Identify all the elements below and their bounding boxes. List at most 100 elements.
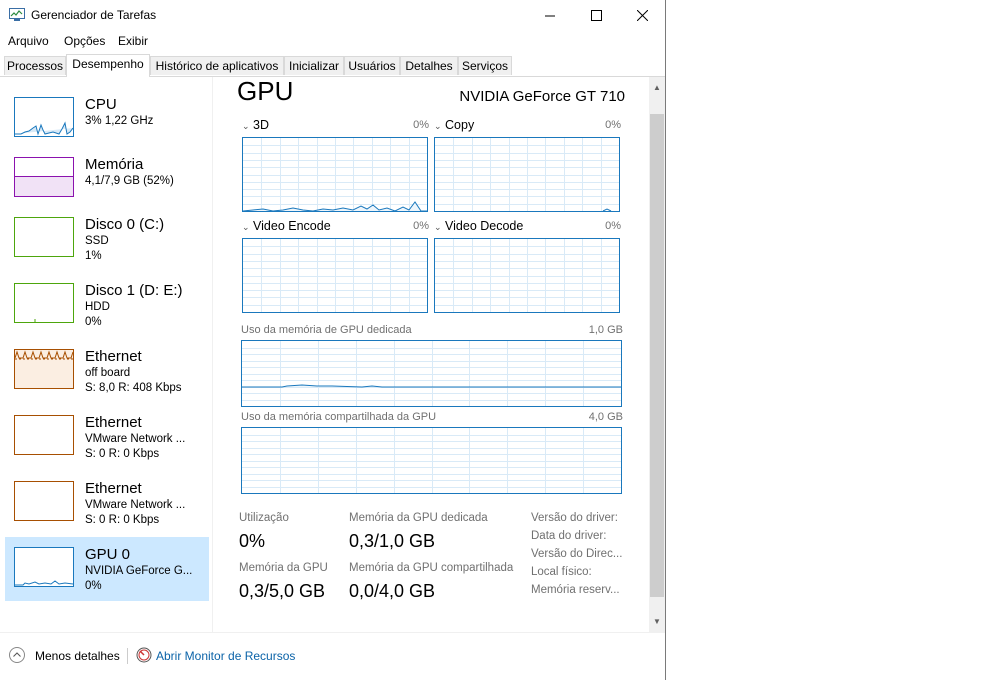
utilization-label: Utilização [239, 512, 289, 524]
ethernet-vmware1-thumbnail [14, 415, 74, 455]
gpu-memory-value: 0,3/5,0 GB [239, 581, 326, 601]
resource-item-gpu0[interactable]: GPU 0 NVIDIA GeForce G... 0% [5, 537, 209, 601]
menu-opcoes[interactable]: Opções [64, 34, 105, 48]
dedicated-gpu-memory-label: Memória da GPU dedicada [349, 512, 488, 524]
gpu0-thumbnail [14, 547, 74, 587]
reserved-memory-label: Memória reserv... [531, 584, 620, 596]
ethernet-offboard-thumbnail [14, 349, 74, 389]
close-button[interactable] [619, 0, 665, 31]
engine-copy-selector[interactable]: ⌄ Copy [434, 118, 474, 132]
engine-copy-graph [434, 137, 620, 212]
shared-memory-label: Uso da memória compartilhada da GPU [241, 411, 437, 423]
ethernet-vmware1-adapter: VMware Network ... [85, 433, 186, 445]
engine-encode-grid [243, 239, 427, 312]
driver-date-label: Data do driver: [531, 530, 607, 542]
vertical-scrollbar[interactable]: ▲ ▼ [649, 77, 665, 632]
open-resource-monitor-link[interactable]: Abrir Monitor de Recursos [156, 649, 295, 663]
scroll-down-icon[interactable]: ▼ [649, 613, 665, 630]
cpu-usage: 3% 1,22 GHz [85, 115, 154, 127]
scroll-up-icon[interactable]: ▲ [649, 79, 665, 96]
maximize-button[interactable] [573, 0, 619, 31]
disk1-thumbnail [14, 283, 74, 323]
engine-encode-graph [242, 238, 428, 313]
disk0-title: Disco 0 (C:) [85, 216, 165, 233]
resource-item-memory[interactable]: Memória 4,1/7,9 GB (52%) [5, 147, 209, 211]
ethernet-vmware2-throughput: S: 0 R: 0 Kbps [85, 514, 160, 526]
menu-bar: Arquivo Opções Exibir [0, 32, 665, 52]
task-manager-window: Gerenciador de Tarefas Arquivo Opções Ex… [0, 0, 666, 680]
engine-copy-value: 0% [605, 119, 621, 131]
tab-usuarios[interactable]: Usuários [344, 56, 400, 75]
chevron-up-circle-icon[interactable] [9, 647, 25, 663]
menu-exibir[interactable]: Exibir [118, 34, 148, 48]
disk1-title: Disco 1 (D: E:) [85, 282, 183, 299]
disk1-type: HDD [85, 301, 110, 313]
engine-decode-selector[interactable]: ⌄ Video Decode [434, 219, 523, 233]
memory-title: Memória [85, 156, 144, 173]
activity-trace [602, 208, 612, 211]
cpu-thumbnail [14, 97, 74, 137]
engine-decode-value: 0% [605, 220, 621, 232]
engine-copy-label: Copy [445, 118, 475, 132]
dedicated-gpu-memory-value: 0,3/1,0 GB [349, 531, 436, 551]
dedicated-memory-graph [241, 340, 622, 407]
disk1-usage: 0% [85, 316, 102, 328]
engine-3d-graph [242, 137, 428, 212]
engine-encode-selector[interactable]: ⌄ Video Encode [242, 219, 331, 233]
resource-item-disk0[interactable]: Disco 0 (C:) SSD 1% [5, 207, 209, 271]
dedicated-memory-grid [242, 341, 621, 406]
chevron-down-icon: ⌄ [434, 121, 442, 131]
engine-3d-value: 0% [413, 119, 429, 131]
engine-encode-value: 0% [413, 220, 429, 232]
memory-thumbnail [14, 157, 74, 197]
gpu0-usage: 0% [85, 580, 102, 592]
tab-detalhes[interactable]: Detalhes [400, 56, 458, 75]
resource-item-disk1[interactable]: Disco 1 (D: E:) HDD 0% [5, 273, 209, 337]
menu-arquivo[interactable]: Arquivo [8, 34, 49, 48]
gpu-device-name: NVIDIA GeForce GT 710 [459, 88, 625, 105]
disk0-type: SSD [85, 235, 109, 247]
ethernet-vmware1-title: Ethernet [85, 414, 142, 431]
tab-desempenho[interactable]: Desempenho [66, 54, 150, 77]
footer-bar: Menos detalhes Abrir Monitor de Recursos [0, 632, 665, 681]
engine-3d-label: 3D [253, 118, 270, 132]
minimize-button[interactable] [527, 0, 573, 31]
shared-memory-max: 4,0 GB [588, 411, 623, 423]
resource-item-ethernet-offboard[interactable]: Ethernet off board S: 8,0 R: 408 Kbps [5, 339, 209, 403]
tab-inicializar[interactable]: Inicializar [284, 56, 344, 75]
directx-version-label: Versão do Direc... [531, 548, 623, 560]
tab-processos[interactable]: Processos [4, 56, 66, 75]
cpu-title: CPU [85, 96, 117, 113]
dedicated-memory-label: Uso da memória de GPU dedicada [241, 324, 412, 336]
resource-item-cpu[interactable]: CPU 3% 1,22 GHz [5, 87, 209, 151]
gpu-detail-pane: GPU NVIDIA GeForce GT 710 ⌄ 3D 0% ⌄ Copy… [213, 76, 649, 632]
tab-historico[interactable]: Histórico de aplicativos [150, 56, 284, 75]
utilization-value: 0% [239, 531, 266, 551]
close-icon [636, 10, 648, 21]
ethernet-offboard-title: Ethernet [85, 348, 142, 365]
ethernet-vmware2-adapter: VMware Network ... [85, 499, 186, 511]
task-manager-icon [9, 8, 25, 21]
disk0-thumbnail [14, 217, 74, 257]
ethernet-vmware1-throughput: S: 0 R: 0 Kbps [85, 448, 160, 460]
tab-servicos[interactable]: Serviços [458, 56, 512, 75]
shared-gpu-memory-value: 0,0/4,0 GB [349, 581, 436, 601]
window-title: Gerenciador de Tarefas [31, 8, 157, 22]
chevron-down-icon: ⌄ [434, 222, 442, 232]
gpu-memory-label: Memória da GPU [239, 562, 328, 574]
fewer-details-link[interactable]: Menos detalhes [35, 649, 120, 663]
shared-gpu-memory-label: Memória da GPU compartilhada [349, 562, 514, 574]
ethernet-vmware2-thumbnail [14, 481, 74, 521]
resource-monitor-icon[interactable] [136, 647, 152, 663]
resource-item-ethernet-vmware-1[interactable]: Ethernet VMware Network ... S: 0 R: 0 Kb… [5, 405, 209, 469]
title-bar[interactable]: Gerenciador de Tarefas [0, 0, 665, 31]
shared-memory-graph [241, 427, 622, 494]
resource-item-ethernet-vmware-2[interactable]: Ethernet VMware Network ... S: 0 R: 0 Kb… [5, 471, 209, 535]
ethernet-offboard-adapter: off board [85, 367, 131, 379]
shared-memory-grid [242, 428, 621, 493]
engine-3d-selector[interactable]: ⌄ 3D [242, 118, 269, 132]
engine-3d-grid [243, 138, 427, 211]
scroll-thumb[interactable] [650, 114, 664, 597]
tab-bar: Processos Desempenho Histórico de aplica… [0, 54, 665, 77]
ethernet-offboard-throughput: S: 8,0 R: 408 Kbps [85, 382, 182, 394]
